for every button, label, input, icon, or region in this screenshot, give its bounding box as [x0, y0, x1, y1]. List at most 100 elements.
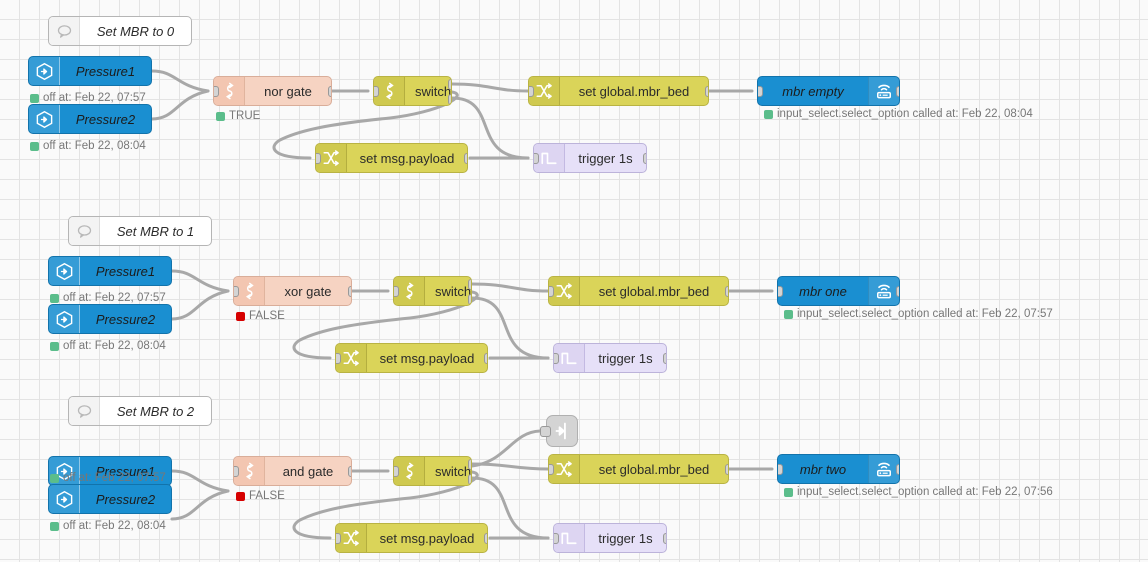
output-port[interactable] — [328, 86, 331, 97]
comment-node[interactable]: Set MBR to 2 — [68, 396, 212, 426]
status-text: FALSE — [249, 310, 285, 322]
node-label: xor gate — [284, 283, 332, 299]
change-node-set-payload[interactable]: set msg.payload — [315, 143, 468, 173]
node-status: input_select.select_option called at: Fe… — [784, 308, 1053, 320]
flow-canvas[interactable]: Set MBR to 0 Pressure1 off at: Feb 22, 0… — [0, 0, 1148, 562]
output-port[interactable] — [896, 86, 899, 97]
trigger-node[interactable]: trigger 1s — [533, 143, 647, 173]
ha-call-service-node[interactable]: mbr two — [777, 454, 900, 484]
input-port[interactable] — [778, 464, 783, 475]
switch-node[interactable]: switch — [373, 76, 452, 106]
input-port[interactable] — [534, 153, 539, 164]
wifi-router-icon — [868, 455, 899, 483]
input-port[interactable] — [778, 286, 783, 297]
node-label: and gate — [282, 463, 334, 479]
output-port-2[interactable] — [468, 474, 471, 485]
node-label: set msg.payload — [379, 350, 475, 366]
input-port[interactable] — [540, 426, 551, 437]
status-dot — [50, 473, 59, 483]
ha-entity-node-pressure2[interactable]: Pressure2 — [48, 484, 172, 514]
trigger-node[interactable]: trigger 1s — [553, 523, 667, 553]
input-port[interactable] — [374, 86, 379, 97]
ha-entity-node-pressure1[interactable]: Pressure1 — [48, 256, 172, 286]
input-port[interactable] — [529, 86, 534, 97]
output-port-2[interactable] — [468, 294, 471, 305]
ha-entity-node-pressure1[interactable]: Pressure1 — [28, 56, 152, 86]
output-port[interactable] — [348, 466, 351, 477]
change-node-set-global[interactable]: set global.mbr_bed — [548, 454, 729, 484]
output-port[interactable] — [663, 353, 666, 364]
logic-gate-node[interactable]: xor gate — [233, 276, 352, 306]
output-port[interactable] — [348, 286, 351, 297]
ha-call-service-node[interactable]: mbr empty — [757, 76, 900, 106]
node-status: FALSE — [236, 490, 285, 502]
link-out-icon — [555, 422, 566, 440]
switch-node[interactable]: switch — [393, 276, 472, 306]
home-assistant-icon — [29, 57, 60, 85]
status-text: off at: Feb 22, 07:57 — [43, 92, 146, 104]
node-status: input_select.select_option called at: Fe… — [764, 108, 1033, 120]
output-port-1[interactable] — [468, 459, 471, 470]
output-port-1[interactable] — [448, 79, 451, 90]
comment-icon — [69, 397, 100, 425]
status-dot — [236, 311, 245, 321]
change-node-set-global[interactable]: set global.mbr_bed — [548, 276, 729, 306]
input-port[interactable] — [336, 533, 341, 544]
logic-gate-node[interactable]: nor gate — [213, 76, 332, 106]
change-node-set-payload[interactable]: set msg.payload — [335, 343, 488, 373]
input-port[interactable] — [554, 533, 559, 544]
input-port[interactable] — [316, 153, 321, 164]
output-port-1[interactable] — [468, 279, 471, 290]
input-port[interactable] — [758, 86, 763, 97]
output-port[interactable] — [705, 86, 708, 97]
output-port[interactable] — [643, 153, 646, 164]
link-out-node[interactable] — [540, 415, 578, 447]
output-port[interactable] — [464, 153, 467, 164]
input-port[interactable] — [394, 286, 399, 297]
input-port[interactable] — [394, 466, 399, 477]
output-port-2[interactable] — [448, 94, 451, 105]
status-text: off at: Feb 22, 08:04 — [43, 140, 146, 152]
status-text: off at: Feb 22, 07:57 — [63, 472, 166, 484]
node-status: off at: Feb 22, 07:57 — [50, 472, 166, 484]
output-port[interactable] — [484, 533, 487, 544]
wire — [170, 489, 230, 521]
output-port[interactable] — [725, 286, 728, 297]
comment-label: Set MBR to 1 — [116, 223, 195, 239]
status-text: input_select.select_option called at: Fe… — [797, 308, 1053, 320]
logic-gate-node[interactable]: and gate — [233, 456, 352, 486]
input-port[interactable] — [214, 86, 219, 97]
output-port[interactable] — [896, 464, 899, 475]
ha-call-service-node[interactable]: mbr one — [777, 276, 900, 306]
status-text: off at: Feb 22, 08:04 — [63, 340, 166, 352]
input-port[interactable] — [234, 466, 239, 477]
switch-node[interactable]: switch — [393, 456, 472, 486]
comment-icon — [49, 17, 80, 45]
change-node-set-global[interactable]: set global.mbr_bed — [528, 76, 709, 106]
node-label: Pressure2 — [95, 311, 156, 327]
node-label: Pressure1 — [95, 263, 156, 279]
node-status: off at: Feb 22, 08:04 — [50, 340, 166, 352]
node-status: input_select.select_option called at: Fe… — [784, 486, 1053, 498]
input-port[interactable] — [549, 286, 554, 297]
ha-entity-node-pressure2[interactable]: Pressure2 — [28, 104, 152, 134]
change-node-set-payload[interactable]: set msg.payload — [335, 523, 488, 553]
output-port[interactable] — [896, 286, 899, 297]
trigger-node[interactable]: trigger 1s — [553, 343, 667, 373]
node-label: trigger 1s — [578, 150, 633, 166]
input-port[interactable] — [234, 286, 239, 297]
input-port[interactable] — [554, 353, 559, 364]
wifi-router-icon — [868, 277, 899, 305]
comment-node[interactable]: Set MBR to 1 — [68, 216, 212, 246]
input-port[interactable] — [336, 353, 341, 364]
wire — [170, 289, 230, 321]
output-port[interactable] — [663, 533, 666, 544]
input-port[interactable] — [549, 464, 554, 475]
output-port[interactable] — [725, 464, 728, 475]
status-text: FALSE — [249, 490, 285, 502]
node-label: switch — [415, 83, 452, 99]
output-port[interactable] — [484, 353, 487, 364]
ha-entity-node-pressure2[interactable]: Pressure2 — [48, 304, 172, 334]
comment-node[interactable]: Set MBR to 0 — [48, 16, 192, 46]
wire — [470, 429, 542, 468]
